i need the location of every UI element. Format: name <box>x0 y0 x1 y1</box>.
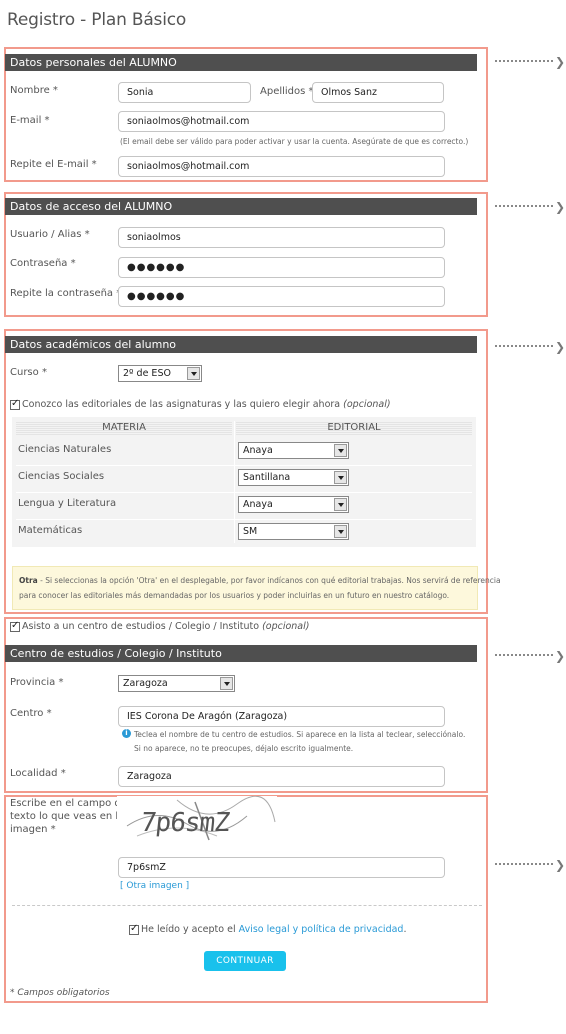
password-repeat-input[interactable]: ●●●●●● <box>118 286 445 307</box>
centro-hint-1: Teclea el nombre de tu centro de estudio… <box>134 730 466 739</box>
centro-label: Centro * <box>10 708 52 719</box>
chevron-down-icon <box>334 471 347 484</box>
chevron-right-icon: ❯ <box>555 858 566 872</box>
password-repeat-label: Repite la contraseña * <box>10 288 122 299</box>
page-title: Registro - Plan Básico <box>7 10 187 30</box>
password-input[interactable]: ●●●●●● <box>118 257 445 278</box>
curso-select-value: 2º de ESO <box>123 368 171 379</box>
chevron-right-icon: ❯ <box>555 55 566 69</box>
editorial-select[interactable]: Anaya <box>238 442 349 459</box>
chevron-down-icon <box>220 677 233 690</box>
editorial-select[interactable]: Santillana <box>238 469 349 486</box>
note-line-2: para conocer las editoriales más demanda… <box>19 591 450 600</box>
email-hint: (El email debe ser válido para poder act… <box>120 137 469 146</box>
editoriales-checkbox[interactable] <box>10 398 20 410</box>
editorial-select-value: Anaya <box>243 499 273 510</box>
apellidos-input[interactable]: Olmos Sanz <box>312 82 444 103</box>
table-row-materia: Matemáticas <box>18 525 83 536</box>
section-arrow-5: ❯ <box>495 858 566 872</box>
provincia-select-value: Zaragoza <box>123 678 168 689</box>
continue-button[interactable]: CONTINUAR <box>204 951 286 971</box>
accept-terms-suffix: . <box>403 924 407 935</box>
captcha-input[interactable]: 7p6smZ <box>118 857 445 878</box>
usuario-input[interactable]: soniaolmos <box>118 227 445 248</box>
note-line-1: Otra - Si seleccionas la opción 'Otra' e… <box>19 573 501 588</box>
centro-input[interactable]: IES Corona De Aragón (Zaragoza) <box>118 706 445 727</box>
note-bold: Otra <box>19 576 38 585</box>
chevron-right-icon: ❯ <box>555 649 566 663</box>
school-header: Centro de estudios / Colegio / Instituto <box>5 645 477 662</box>
editorial-select[interactable]: SM <box>238 523 349 540</box>
editorial-note: Otra - Si seleccionas la opción 'Otra' e… <box>12 566 501 610</box>
section-arrow-1: ❯ <box>495 55 566 69</box>
personal-data-header: Datos personales del ALUMNO <box>5 54 477 71</box>
nombre-input[interactable]: Sonia <box>118 82 251 103</box>
required-fields-note: * Campos obligatorios <box>10 988 110 998</box>
centro-hint-2: Si no aparece, no te preocupes, déjalo e… <box>134 744 354 753</box>
email-repeat-input[interactable]: soniaolmos@hotmail.com <box>118 156 445 177</box>
chevron-right-icon: ❯ <box>555 200 566 214</box>
captcha-image: 7p6smZ <box>117 795 277 842</box>
provincia-label: Provincia * <box>10 677 64 688</box>
editorial-select-value: SM <box>243 526 258 537</box>
captcha-prompt-line: Escribe en el campo de <box>10 798 127 809</box>
section-arrow-3: ❯ <box>495 340 566 354</box>
accept-terms-text: He leído y acepto el <box>141 924 239 935</box>
captcha-image-text: 7p6smZ <box>139 808 231 838</box>
password-label: Contraseña * <box>10 258 76 269</box>
chevron-down-icon <box>187 367 200 380</box>
row-divider <box>16 465 472 466</box>
accept-terms-label: He leído y acepto el Aviso legal y polít… <box>141 924 407 935</box>
email-label: E-mail * <box>10 115 50 126</box>
academic-data-header: Datos académicos del alumno <box>5 336 477 353</box>
editoriales-checkbox-label: Conozco las editoriales de las asignatur… <box>22 399 391 410</box>
row-divider <box>16 492 472 493</box>
table-header-editorial: EDITORIAL <box>236 421 472 435</box>
provincia-select[interactable]: Zaragoza <box>118 675 235 692</box>
localidad-input[interactable]: Zaragoza <box>118 766 445 787</box>
chevron-down-icon <box>334 444 347 457</box>
info-icon: i <box>122 729 131 738</box>
editorial-select-value: Anaya <box>243 445 273 456</box>
editoriales-checkbox-text: Conozco las editoriales de las asignatur… <box>22 399 341 410</box>
email-repeat-label: Repite el E-mail * <box>10 159 97 170</box>
access-data-header: Datos de acceso del ALUMNO <box>5 198 477 215</box>
section-arrow-2: ❯ <box>495 200 566 214</box>
legal-notice-link[interactable]: Aviso legal y política de privacidad <box>239 924 404 935</box>
optional-tag: (opcional) <box>343 399 391 410</box>
table-row-materia: Ciencias Naturales <box>18 444 112 455</box>
nombre-label: Nombre * <box>10 85 58 96</box>
column-divider <box>234 421 235 543</box>
table-row-materia: Lengua y Literatura <box>18 498 117 509</box>
curso-select[interactable]: 2º de ESO <box>118 365 202 382</box>
divider <box>12 905 482 906</box>
chevron-down-icon <box>334 525 347 538</box>
chevron-right-icon: ❯ <box>555 340 566 354</box>
editorial-select-value: Santillana <box>243 472 291 483</box>
other-image-link[interactable]: [ Otra imagen ] <box>120 881 189 891</box>
table-row-materia: Ciencias Sociales <box>18 471 105 482</box>
localidad-label: Localidad * <box>10 768 66 779</box>
section-arrow-4: ❯ <box>495 649 566 663</box>
usuario-label: Usuario / Alias * <box>10 229 90 240</box>
captcha-prompt-line: texto lo que veas en la <box>10 811 125 822</box>
apellidos-label: Apellidos * <box>260 86 314 97</box>
chevron-down-icon <box>334 498 347 511</box>
captcha-prompt: Escribe en el campo de texto lo que veas… <box>10 797 127 836</box>
note-text-1: - Si seleccionas la opción 'Otra' en el … <box>37 576 501 585</box>
editorial-select[interactable]: Anaya <box>238 496 349 513</box>
row-divider <box>16 519 472 520</box>
accept-terms-checkbox[interactable] <box>129 923 139 935</box>
table-header-materia: MATERIA <box>16 421 232 435</box>
email-input[interactable]: soniaolmos@hotmail.com <box>118 111 445 132</box>
curso-label: Curso * <box>10 367 47 378</box>
captcha-prompt-line: imagen * <box>10 824 56 835</box>
